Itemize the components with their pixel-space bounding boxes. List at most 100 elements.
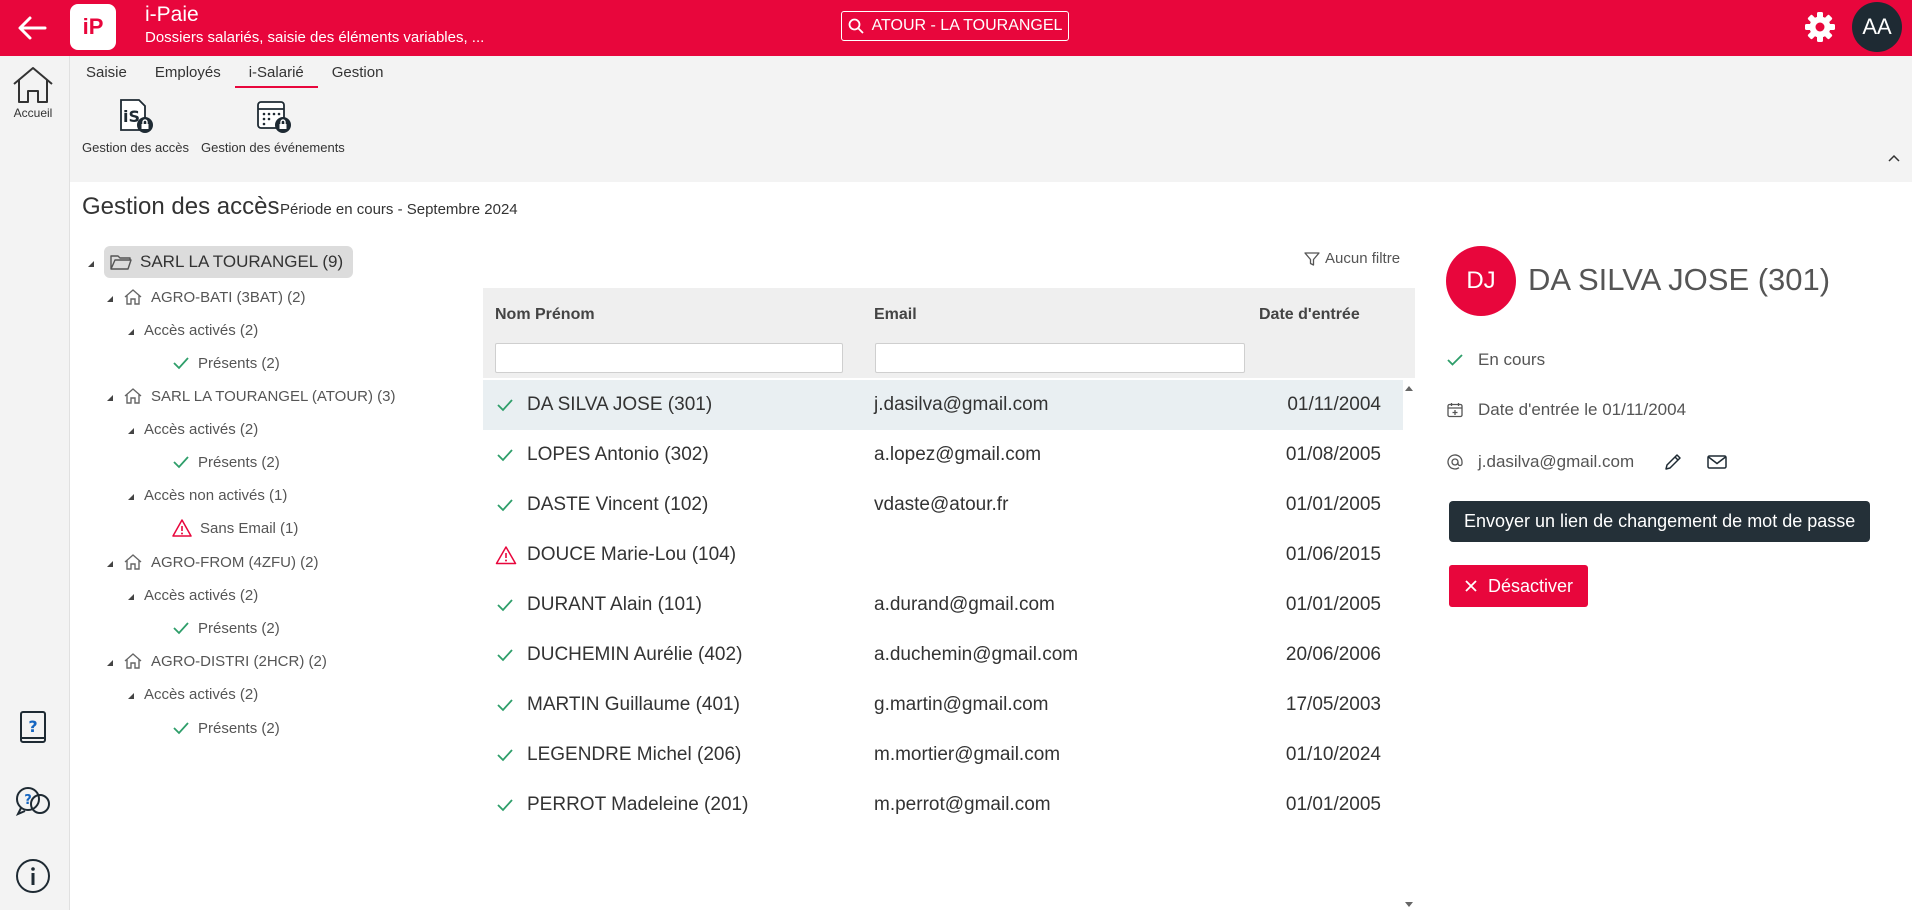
table-row[interactable]: PERROT Madeleine (201) m.perrot@gmail.com… bbox=[483, 780, 1403, 830]
filter-label: Aucun filtre bbox=[1325, 250, 1401, 267]
company-selector[interactable]: ATOUR - LA TOURANGEL bbox=[841, 11, 1069, 41]
send-email-button[interactable] bbox=[1704, 449, 1730, 475]
tab-gestion[interactable]: Gestion bbox=[318, 56, 398, 88]
table-row[interactable]: MARTIN Guillaume (401) g.martin@gmail.com… bbox=[483, 680, 1403, 730]
cell-email: j.dasilva@gmail.com bbox=[874, 394, 1049, 415]
help-chat-button[interactable]: ? bbox=[13, 782, 53, 822]
folder-open-icon bbox=[110, 255, 132, 270]
tree-caret[interactable] bbox=[128, 693, 134, 699]
row-status bbox=[495, 745, 515, 765]
table-row[interactable]: DUCHEMIN Aurélie (402) a.duchemin@gmail.c… bbox=[483, 630, 1403, 680]
employee-name: DA SILVA JOSE (301) bbox=[1528, 262, 1831, 297]
tree-group: Accès non activés (1) bbox=[128, 481, 287, 509]
house-icon bbox=[124, 653, 142, 669]
tree-item: Sans Email (1) bbox=[172, 514, 298, 542]
check-icon bbox=[173, 456, 189, 469]
tree-caret[interactable] bbox=[107, 395, 113, 401]
tool-gestion-evenements[interactable]: Gestion des événements bbox=[201, 98, 345, 155]
cell-date: 01/11/2004 bbox=[1287, 394, 1381, 415]
tree-item-label[interactable]: Présents (2) bbox=[172, 454, 280, 471]
tree-caret[interactable] bbox=[128, 428, 134, 434]
col-header-name[interactable]: Nom Prénom bbox=[495, 306, 595, 324]
tree-group: Accès activés (2) bbox=[128, 316, 258, 344]
tree-item-label[interactable]: Présents (2) bbox=[172, 720, 280, 737]
table-row[interactable]: LOPES Antonio (302) a.lopez@gmail.com 01/0… bbox=[483, 430, 1403, 480]
company-text: SARL LA TOURANGEL (ATOUR) (3) bbox=[151, 387, 396, 405]
table-row[interactable]: DA SILVA JOSE (301) j.dasilva@gmail.com 01… bbox=[483, 380, 1403, 430]
tree-caret[interactable] bbox=[128, 494, 134, 500]
table-row[interactable]: DOUCE Marie-Lou (104) 01/06/2015 bbox=[483, 530, 1403, 580]
table-row[interactable]: DURANT Alain (101) a.durand@gmail.com 01/0… bbox=[483, 580, 1403, 630]
user-avatar[interactable]: AA bbox=[1852, 2, 1902, 52]
tree-item: Présents (2) bbox=[172, 714, 280, 742]
tool-gestion-acces[interactable]: iS Gestion des accès bbox=[82, 98, 189, 155]
tab-saisie[interactable]: Saisie bbox=[72, 56, 141, 88]
tree-root-label: SARL LA TOURANGEL (9) bbox=[140, 252, 344, 271]
tree-company-label[interactable]: AGRO-BATI (3BAT) (2) bbox=[123, 288, 305, 306]
tree-root[interactable]: SARL LA TOURANGEL (9) bbox=[104, 246, 354, 278]
tree-caret[interactable] bbox=[88, 261, 94, 267]
tree-root-row: SARL LA TOURANGEL (9) bbox=[88, 246, 354, 278]
app-logo[interactable]: iP bbox=[70, 4, 116, 50]
tree-company-label[interactable]: AGRO-FROM (4ZFU) (2) bbox=[123, 553, 318, 571]
tab-i-salarie[interactable]: i-Salarié bbox=[234, 56, 318, 88]
help-book-button[interactable]: ? bbox=[13, 708, 53, 748]
cell-date: 17/05/2003 bbox=[1285, 694, 1381, 715]
search-icon bbox=[848, 18, 864, 34]
app-title: i-Paie bbox=[145, 3, 199, 26]
tab-bar: Saisie Employés i-Salarié Gestion bbox=[70, 56, 397, 88]
email-filter-input[interactable] bbox=[875, 343, 1245, 373]
cell-email: a.lopez@gmail.com bbox=[874, 444, 1042, 465]
chevron-up-icon bbox=[1888, 154, 1900, 162]
tree-group-label[interactable]: Accès activés (2) bbox=[144, 421, 258, 438]
scroll-up-arrow[interactable] bbox=[1403, 383, 1415, 393]
item-text: Sans Email (1) bbox=[200, 519, 299, 537]
tree-caret[interactable] bbox=[107, 561, 113, 567]
calendar-plus-icon bbox=[1447, 403, 1463, 418]
tree-group-label[interactable]: Accès activés (2) bbox=[144, 686, 258, 703]
col-header-date[interactable]: Date d'entrée bbox=[1259, 306, 1360, 324]
tree-group-label[interactable]: Accès activés (2) bbox=[144, 322, 258, 339]
tree-company-label[interactable]: SARL LA TOURANGEL (ATOUR) (3) bbox=[123, 387, 396, 405]
back-button[interactable] bbox=[12, 8, 52, 48]
tree-caret[interactable] bbox=[128, 329, 134, 335]
tree-caret[interactable] bbox=[128, 594, 134, 600]
row-status bbox=[495, 545, 517, 565]
filter-button[interactable]: Aucun filtre bbox=[1304, 250, 1400, 267]
tree-item-label[interactable]: Présents (2) bbox=[172, 620, 280, 637]
tree-company-label[interactable]: AGRO-DISTRI (2HCR) (2) bbox=[123, 652, 327, 670]
left-rail: Accueil ? ? bbox=[0, 56, 70, 910]
employee-entry-date: Date d'entrée le 01/11/2004 bbox=[1446, 400, 1686, 420]
tree-item-label[interactable]: Présents (2) bbox=[172, 355, 280, 372]
settings-button[interactable] bbox=[1802, 9, 1838, 45]
tab-employes[interactable]: Employés bbox=[141, 56, 235, 88]
row-status bbox=[495, 495, 515, 515]
cell-email: g.martin@gmail.com bbox=[874, 694, 1049, 715]
home-button[interactable]: Accueil bbox=[0, 64, 66, 120]
item-text: Présents (2) bbox=[198, 619, 280, 637]
tree-item-label[interactable]: Sans Email (1) bbox=[172, 519, 298, 537]
deactivate-button[interactable]: Désactiver bbox=[1449, 565, 1589, 607]
cell-name: DOUCE Marie-Lou (104) bbox=[527, 544, 737, 565]
col-header-email[interactable]: Email bbox=[874, 306, 917, 324]
tree-group-label[interactable]: Accès activés (2) bbox=[144, 587, 258, 604]
tree-caret[interactable] bbox=[107, 296, 113, 302]
pencil-icon bbox=[1665, 454, 1681, 470]
tree-caret[interactable] bbox=[107, 660, 113, 666]
house-icon bbox=[124, 388, 142, 404]
collapse-ribbon-button[interactable] bbox=[1884, 148, 1904, 168]
page-title: Gestion des accès bbox=[82, 193, 280, 220]
check-icon bbox=[497, 699, 513, 712]
edit-email-button[interactable] bbox=[1660, 449, 1686, 475]
name-filter-input[interactable] bbox=[495, 343, 843, 373]
cell-email: m.perrot@gmail.com bbox=[874, 794, 1051, 815]
svg-text:?: ? bbox=[24, 793, 32, 808]
row-status bbox=[495, 695, 515, 715]
info-button[interactable] bbox=[13, 856, 53, 896]
table-row[interactable]: LEGENDRE Michel (206) m.mortier@gmail.com… bbox=[483, 730, 1403, 780]
cell-name: DUCHEMIN Aurélie (402) bbox=[527, 644, 743, 665]
tree-group-label[interactable]: Accès non activés (1) bbox=[144, 487, 287, 504]
tree-group: Accès activés (2) bbox=[128, 581, 258, 609]
table-row[interactable]: DASTE Vincent (102) vdaste@atour.fr 01/01/… bbox=[483, 480, 1403, 530]
scroll-down-arrow[interactable] bbox=[1403, 900, 1415, 910]
